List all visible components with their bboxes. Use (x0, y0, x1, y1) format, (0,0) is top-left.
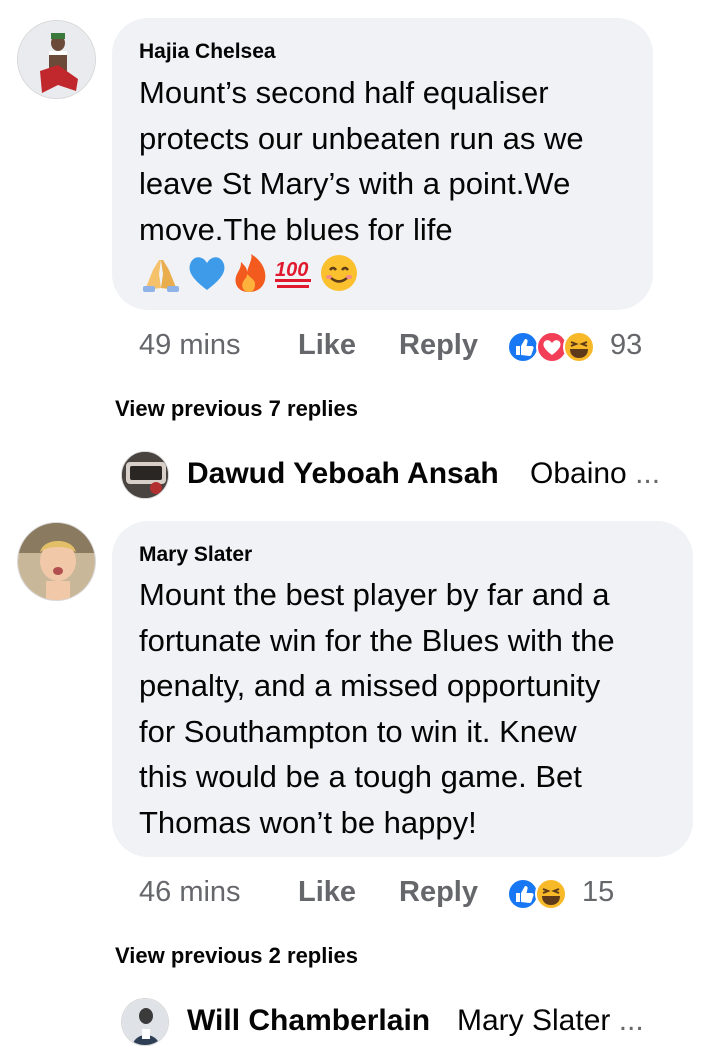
avatar-will-chamberlain[interactable] (121, 998, 169, 1046)
avatar-hajia-chelsea[interactable] (17, 20, 96, 99)
reactions-summary[interactable] (507, 877, 569, 916)
comment-text-line: for Southampton to win it. Knew (139, 713, 577, 749)
emoji-row: 100 (139, 252, 364, 294)
smiling-face-icon (321, 255, 357, 291)
reply-button[interactable]: Reply (399, 329, 478, 362)
comment-text-line: Thomas won’t be happy! (139, 804, 477, 840)
reactions-summary[interactable] (507, 330, 597, 369)
like-button[interactable]: Like (298, 876, 356, 909)
comment-text-line: leave St Mary’s with a point.We (139, 166, 571, 201)
reaction-count[interactable]: 15 (582, 876, 614, 909)
reply-ellipsis: ... (635, 457, 661, 490)
comment-text: Mount’s second half equaliser protects o… (139, 70, 649, 252)
comment-author[interactable]: Hajia Chelsea (139, 40, 276, 64)
avatar-dawud-yeboah-ansah[interactable] (121, 451, 169, 499)
folded-hands-icon (143, 260, 179, 292)
like-reaction-icon (507, 331, 539, 363)
comment-time: 46 mins (139, 876, 241, 908)
reply-snippet-text: Mary Slater (457, 1004, 611, 1037)
love-reaction-icon (536, 331, 568, 363)
view-previous-replies[interactable]: View previous 7 replies (115, 396, 358, 422)
comment-text-line: protects our unbeaten run as we (139, 120, 584, 156)
reply-author[interactable]: Will Chamberlain (187, 1004, 430, 1038)
comment-text-line: penalty, and a missed opportunity (139, 668, 601, 703)
svg-text:100: 100 (275, 259, 308, 281)
reply-snippet[interactable]: Obaino ... (530, 457, 660, 491)
comment-time: 49 mins (139, 329, 241, 361)
reply-snippet-text: Obaino (530, 457, 627, 490)
comment-text-line: fortunate win for the Blues with the (139, 622, 615, 658)
haha-reaction-icon (563, 331, 595, 363)
avatar-mary-slater[interactable] (17, 522, 96, 601)
hundred-points-icon: 100 (275, 259, 311, 288)
comment-text-line: Mount’s second half equaliser (139, 75, 549, 110)
reply-ellipsis: ... (618, 1004, 644, 1037)
like-reaction-icon (507, 878, 539, 910)
comment-text-line: move.The blues for life (139, 211, 453, 247)
comment-author[interactable]: Mary Slater (139, 543, 252, 567)
like-button[interactable]: Like (298, 329, 356, 362)
comment-text-line: Mount the best player by far and a (139, 577, 610, 612)
blue-heart-icon (189, 257, 225, 290)
view-previous-replies[interactable]: View previous 2 replies (115, 943, 358, 969)
haha-reaction-icon (535, 878, 567, 910)
reply-snippet[interactable]: Mary Slater ... (457, 1004, 644, 1038)
reaction-count[interactable]: 93 (610, 329, 642, 362)
comment-text-line: this would be a tough game. Bet (139, 759, 582, 794)
fire-icon (235, 254, 266, 292)
comment-text: Mount the best player by far and a fortu… (139, 572, 689, 845)
reply-button[interactable]: Reply (399, 876, 478, 909)
reply-author[interactable]: Dawud Yeboah Ansah (187, 457, 499, 491)
